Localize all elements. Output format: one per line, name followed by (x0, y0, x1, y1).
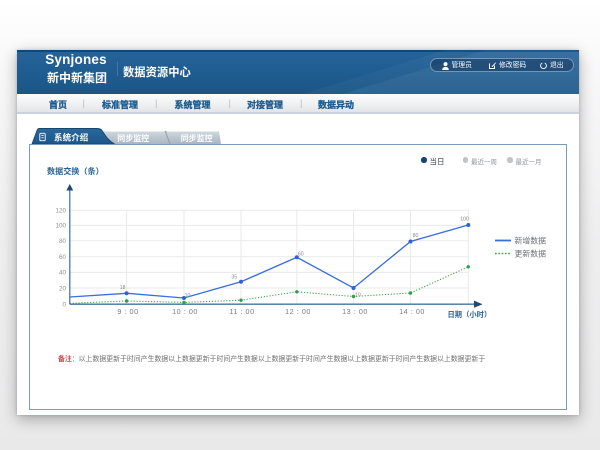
svg-text:35: 35 (231, 274, 237, 280)
svg-text:80: 80 (59, 238, 67, 245)
svg-text:40: 40 (59, 270, 67, 277)
svg-text:60: 60 (59, 254, 67, 261)
svg-text:80: 80 (413, 233, 419, 239)
svg-text:60: 60 (298, 252, 304, 258)
svg-text:10: 10 (355, 293, 361, 299)
svg-text:20: 20 (59, 285, 67, 292)
svg-text:同步监控: 同步监控 (181, 133, 213, 143)
svg-text:同步监控: 同步监控 (117, 133, 149, 143)
svg-text:10 : 00: 10 : 00 (172, 307, 198, 316)
svg-text:18: 18 (120, 285, 126, 291)
svg-text:13 : 00: 13 : 00 (342, 307, 368, 316)
svg-text:更新数据: 更新数据 (515, 248, 547, 258)
svg-text:100: 100 (460, 217, 469, 223)
svg-text:新增数据: 新增数据 (515, 235, 547, 245)
svg-text:9 : 00: 9 : 00 (117, 307, 138, 316)
svg-text:0: 0 (62, 302, 66, 309)
svg-text:14 : 00: 14 : 00 (399, 307, 425, 316)
svg-text:100: 100 (55, 223, 66, 230)
svg-text:120: 120 (55, 208, 66, 215)
svg-text:日期（小时）: 日期（小时） (448, 310, 492, 319)
svg-text:12 : 00: 12 : 00 (285, 307, 311, 316)
svg-text:10: 10 (185, 293, 191, 299)
svg-text:系统介绍: 系统介绍 (54, 132, 88, 142)
svg-text:11 : 00: 11 : 00 (229, 307, 254, 316)
